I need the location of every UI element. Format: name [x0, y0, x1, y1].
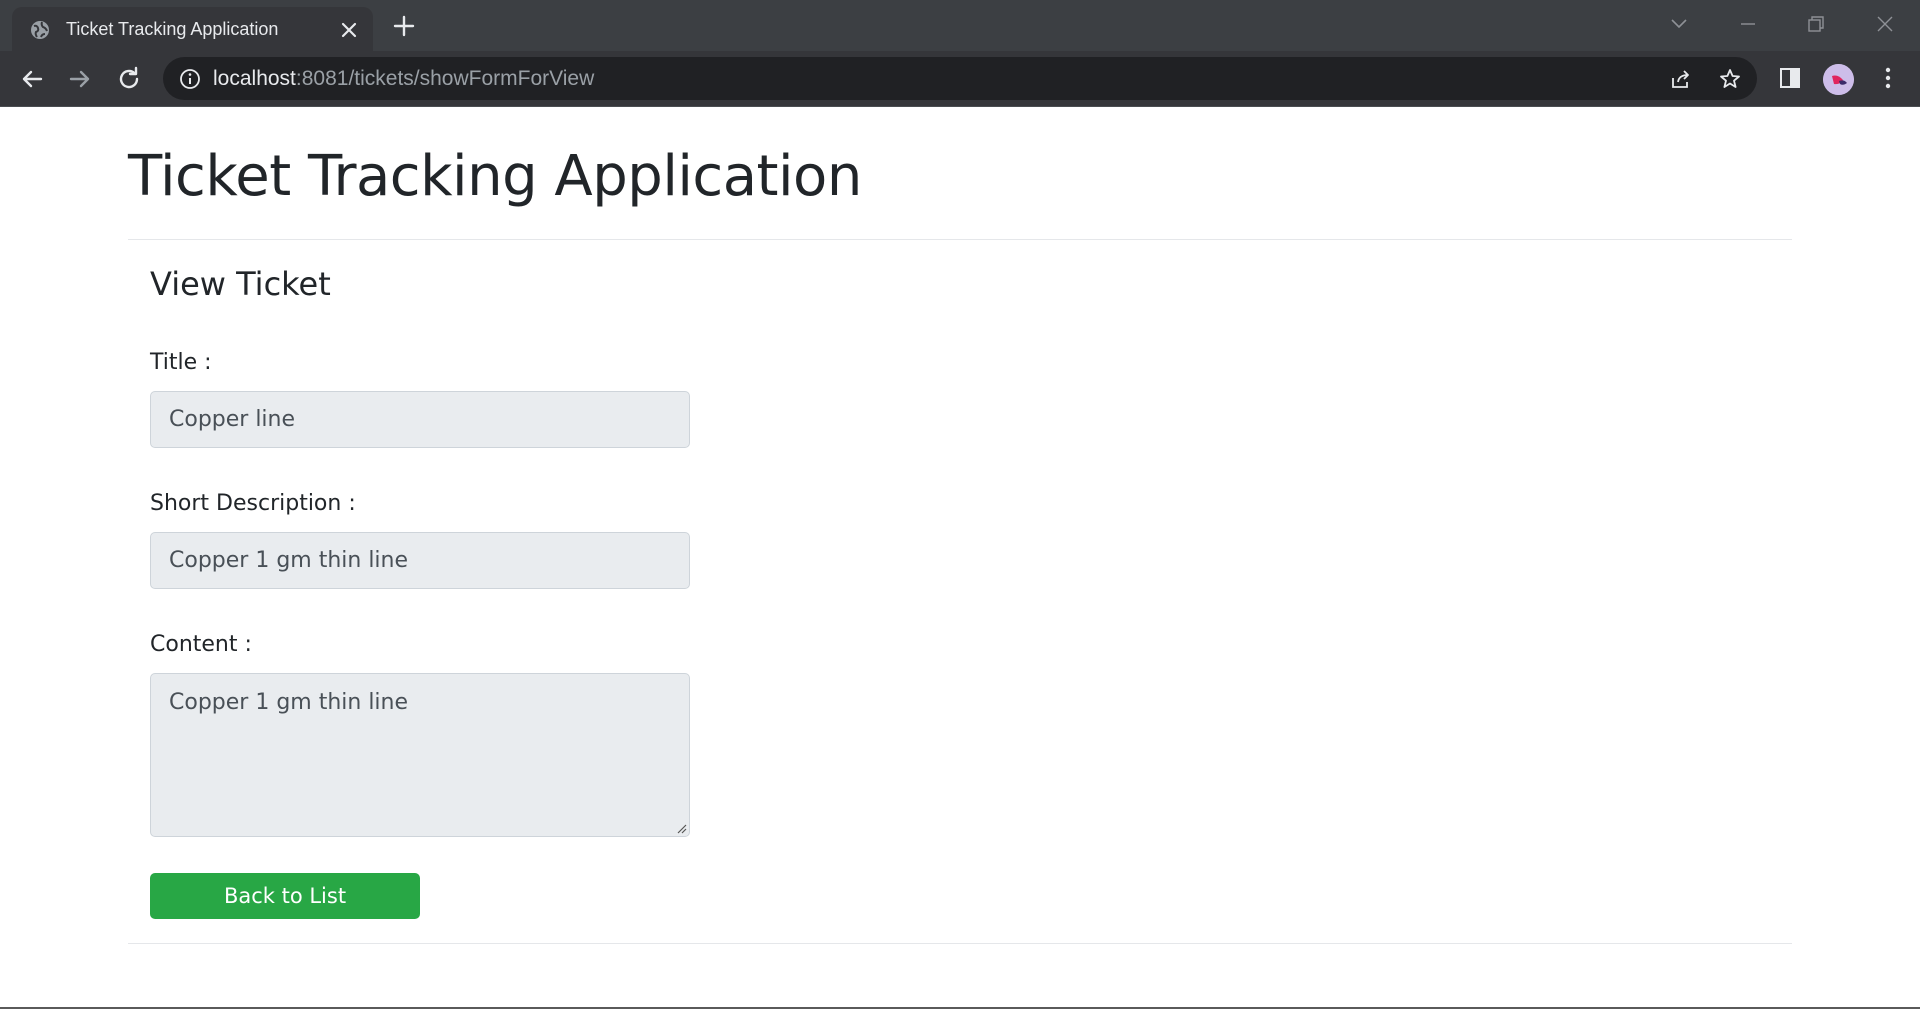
forward-arrow-icon[interactable] [65, 64, 95, 94]
url-host: localhost [213, 67, 296, 90]
header-divider [128, 239, 1792, 240]
short-description-label: Short Description : [150, 491, 356, 516]
title-label: Title : [150, 350, 212, 375]
share-icon[interactable] [1669, 67, 1693, 91]
section-title: View Ticket [150, 265, 331, 303]
content-textarea[interactable]: Copper 1 gm thin line [150, 673, 690, 837]
site-info-icon[interactable] [179, 68, 201, 90]
tab-search-chevron-icon[interactable] [1667, 12, 1691, 36]
app-title: Ticket Tracking Application [128, 144, 862, 209]
tab-title: Ticket Tracking Application [66, 19, 279, 39]
more-menu-icon[interactable] [1875, 65, 1901, 91]
title-field[interactable]: Copper line [150, 391, 690, 448]
minimize-icon[interactable] [1736, 12, 1760, 36]
page-content: Ticket Tracking Application View Ticket … [0, 107, 1920, 1009]
reload-icon[interactable] [114, 64, 144, 94]
content-text: Copper 1 gm thin line [169, 690, 409, 715]
close-icon[interactable] [339, 20, 359, 40]
address-bar[interactable]: localhost:8081/tickets/showFormForView [163, 57, 1757, 100]
browser-toolbar: localhost:8081/tickets/showFormForView [0, 51, 1920, 106]
back-to-list-button[interactable]: Back to List [150, 873, 420, 919]
globe-icon [31, 21, 49, 39]
url-text: localhost:8081/tickets/showFormForView [213, 63, 594, 95]
window-close-icon[interactable] [1873, 12, 1897, 36]
browser-tab-strip: Ticket Tracking Application [0, 0, 1920, 51]
new-tab-plus-icon[interactable] [392, 14, 416, 38]
avatar-image [1823, 64, 1854, 95]
profile-avatar[interactable] [1823, 64, 1854, 95]
url-path: :8081/tickets/showFormForView [295, 67, 595, 90]
resize-handle-icon[interactable] [675, 822, 687, 834]
side-panel-icon[interactable] [1777, 65, 1803, 91]
browser-tab-active[interactable]: Ticket Tracking Application [12, 7, 373, 51]
footer-divider [128, 943, 1792, 944]
content-label: Content : [150, 632, 252, 657]
restore-icon[interactable] [1804, 12, 1828, 36]
back-arrow-icon[interactable] [17, 64, 47, 94]
bookmark-star-icon[interactable] [1718, 67, 1742, 91]
short-description-field[interactable]: Copper 1 gm thin line [150, 532, 690, 589]
